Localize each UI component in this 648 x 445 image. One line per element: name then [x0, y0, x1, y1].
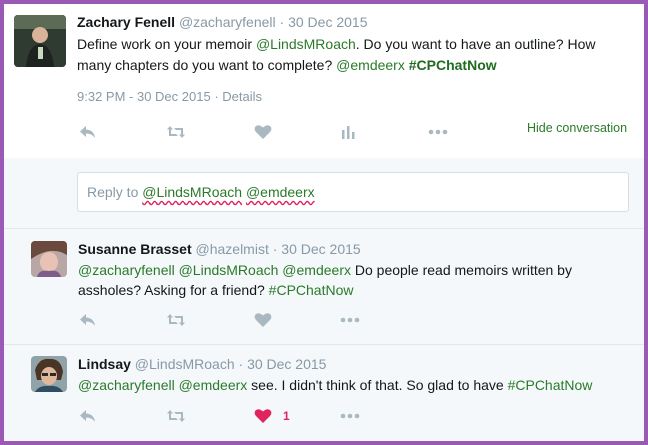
- avatar[interactable]: [31, 241, 67, 277]
- mention-link[interactable]: @emdeerx: [179, 377, 248, 393]
- hashtag-link[interactable]: #CPChatNow: [409, 57, 497, 73]
- author-handle[interactable]: @LindsMRoach: [135, 356, 235, 372]
- separator: ·: [272, 241, 278, 257]
- reply-placeholder: Reply to: [87, 184, 143, 200]
- author-name[interactable]: Lindsay: [78, 356, 131, 372]
- separator: ·: [238, 356, 244, 372]
- divider: [4, 228, 644, 229]
- reply-text: @zacharyfenell @emdeerx see. I didn't th…: [78, 375, 618, 395]
- heart-icon[interactable]: [253, 122, 273, 142]
- reply-icon[interactable]: [78, 310, 98, 330]
- reply-icon[interactable]: [78, 122, 98, 142]
- author-name[interactable]: Susanne Brasset: [78, 241, 192, 257]
- hide-conversation-link[interactable]: Hide conversation: [527, 121, 627, 135]
- mention-link[interactable]: @LindsMRoach: [256, 36, 356, 52]
- reply-input[interactable]: Reply to @LindsMRoach @emdeerx: [77, 172, 629, 212]
- tweet-text-part: Define work on your memoir: [77, 36, 256, 52]
- more-icon[interactable]: [340, 310, 360, 330]
- reply-mention: @LindsMRoach: [142, 184, 243, 200]
- tweet-actions: [78, 122, 478, 142]
- mention-link[interactable]: @zacharyfenell: [78, 262, 175, 278]
- mention-link[interactable]: @zacharyfenell: [78, 377, 175, 393]
- mention-link[interactable]: @emdeerx: [336, 57, 405, 73]
- tweet-date[interactable]: 30 Dec 2015: [247, 356, 326, 372]
- separator: ·: [279, 14, 285, 30]
- reply-text: @zacharyfenell @LindsMRoach @emdeerx Do …: [78, 260, 618, 300]
- author-name[interactable]: Zachary Fenell: [77, 14, 175, 30]
- reply-actions: [78, 310, 378, 330]
- avatar[interactable]: [31, 356, 67, 392]
- tweet-date[interactable]: 30 Dec 2015: [288, 14, 367, 30]
- like-count[interactable]: 1: [283, 409, 290, 423]
- author-handle[interactable]: @hazelmist: [196, 241, 269, 257]
- reply-text-part: see. I didn't think of that. So glad to …: [247, 377, 508, 393]
- heart-liked-icon[interactable]: [253, 406, 273, 426]
- reply-mention: @emdeerx: [245, 184, 315, 200]
- divider: [4, 344, 644, 345]
- tweet-timestamp[interactable]: 9:32 PM - 30 Dec 2015: [77, 89, 211, 104]
- analytics-icon[interactable]: [338, 122, 358, 142]
- details-link[interactable]: Details: [222, 89, 262, 104]
- hashtag-link[interactable]: #CPChatNow: [508, 377, 593, 393]
- tweet-date[interactable]: 30 Dec 2015: [281, 241, 360, 257]
- reply-actions: [78, 406, 378, 426]
- retweet-icon[interactable]: [166, 310, 186, 330]
- more-icon[interactable]: [340, 406, 360, 426]
- more-icon[interactable]: [428, 122, 448, 142]
- avatar[interactable]: [14, 15, 66, 67]
- mention-link[interactable]: @LindsMRoach: [179, 262, 279, 278]
- author-handle[interactable]: @zacharyfenell: [179, 14, 276, 30]
- tweet-header: Zachary Fenell @zacharyfenell · 30 Dec 2…: [77, 14, 368, 30]
- mention-link[interactable]: @emdeerx: [282, 262, 351, 278]
- separator: ·: [214, 89, 219, 104]
- tweet-meta: 9:32 PM - 30 Dec 2015 · Details: [77, 89, 262, 104]
- reply-icon[interactable]: [78, 406, 98, 426]
- reply-header: Lindsay @LindsMRoach · 30 Dec 2015: [78, 356, 326, 372]
- retweet-icon[interactable]: [166, 122, 186, 142]
- hashtag-link[interactable]: #CPChatNow: [269, 282, 354, 298]
- reply-header: Susanne Brasset @hazelmist · 30 Dec 2015: [78, 241, 361, 257]
- retweet-icon[interactable]: [166, 406, 186, 426]
- tweet-text: Define work on your memoir @LindsMRoach.…: [77, 34, 632, 76]
- heart-icon[interactable]: [253, 310, 273, 330]
